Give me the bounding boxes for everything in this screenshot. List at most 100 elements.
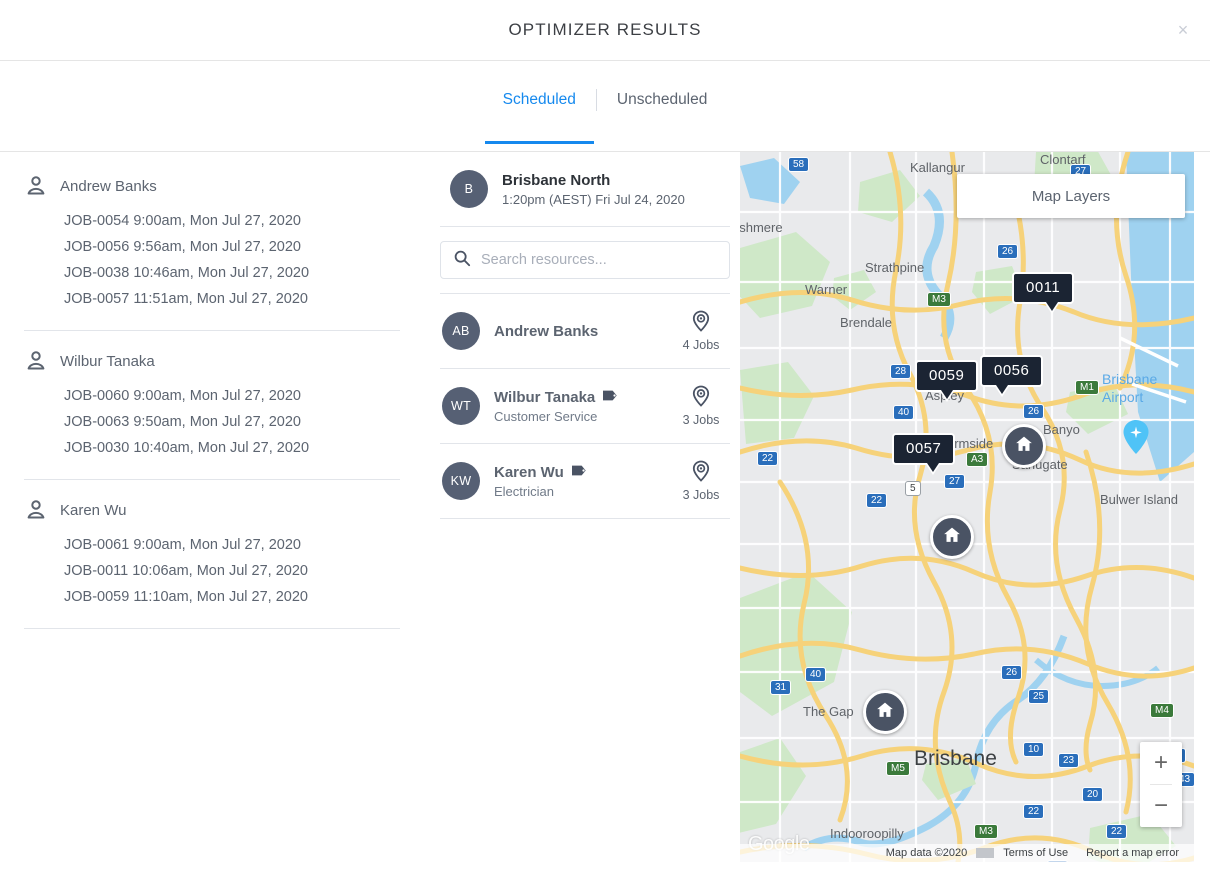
map-label: Bulwer Island [1100, 492, 1178, 507]
map-label: Indooroopilly [830, 826, 904, 841]
close-icon[interactable]: × [1170, 17, 1196, 43]
road-shield: 26 [1001, 665, 1022, 680]
map-label-brisbane: Brisbane [914, 747, 997, 771]
marker-tail [939, 390, 955, 402]
job-marker-0011[interactable]: 0011 [1012, 272, 1074, 314]
map-pin-icon [691, 385, 711, 412]
road-shield: 25 [1028, 689, 1049, 704]
zoom-in-button[interactable]: + [1140, 742, 1182, 784]
road-shield: 5 [905, 481, 921, 496]
home-icon [875, 700, 895, 725]
report-map-error-link[interactable]: Report a map error [1077, 847, 1188, 859]
map-data-text: Map data ©2020 [877, 847, 977, 859]
road-shield: 26 [997, 244, 1018, 259]
road-shield: 22 [1106, 824, 1127, 839]
job-marker-0056[interactable]: 0056 [980, 355, 1043, 397]
job-marker-0057[interactable]: 0057 [892, 433, 955, 475]
depot-home-marker[interactable] [1002, 424, 1046, 468]
road-shield: M5 [886, 761, 910, 776]
schedule-resource-name: Wilbur Tanaka [60, 353, 155, 370]
resource-name: Karen Wu [494, 464, 564, 481]
resource-row-karen-wu[interactable]: KW Karen Wu Electrician [440, 444, 730, 519]
terms-of-use-link[interactable]: Terms of Use [994, 847, 1077, 859]
road-shield: 58 [788, 157, 809, 172]
job-line[interactable]: JOB-0063 9:50am, Mon Jul 27, 2020 [24, 409, 400, 435]
resource-list: AB Andrew Banks 4 Jobs [440, 293, 730, 519]
job-line[interactable]: JOB-0011 10:06am, Mon Jul 27, 2020 [24, 558, 400, 584]
map-layers-button[interactable]: Map Layers [957, 174, 1185, 218]
depot-home-marker[interactable] [863, 690, 907, 734]
job-marker-label: 0056 [980, 355, 1043, 387]
territory-avatar: B [450, 170, 488, 208]
person-icon [24, 174, 48, 198]
tab-unscheduled[interactable]: Unscheduled [597, 92, 727, 108]
airport-pin-icon [1123, 420, 1149, 459]
schedule-group-header: Karen Wu [24, 498, 400, 522]
attrib-separator [976, 848, 994, 858]
job-line[interactable]: JOB-0054 9:00am, Mon Jul 27, 2020 [24, 208, 400, 234]
page-title: OPTIMIZER RESULTS [508, 20, 701, 40]
road-shield: 28 [890, 364, 911, 379]
schedule-group-header: Wilbur Tanaka [24, 349, 400, 373]
marker-tail [925, 463, 941, 475]
map-attribution: Map data ©2020 Terms of Use Report a map… [740, 844, 1194, 862]
job-line[interactable]: JOB-0056 9:56am, Mon Jul 27, 2020 [24, 234, 400, 260]
resource-jobs-count: 3 Jobs [674, 385, 728, 427]
depot-home-marker[interactable] [930, 515, 974, 559]
map-label: Warner [805, 282, 847, 297]
road-shield: 23 [1058, 753, 1079, 768]
job-line[interactable]: JOB-0060 9:00am, Mon Jul 27, 2020 [24, 383, 400, 409]
map-label-airport: Brisbane Airport [1102, 370, 1180, 406]
search-input[interactable] [481, 252, 717, 268]
job-line[interactable]: JOB-0038 10:46am, Mon Jul 27, 2020 [24, 260, 400, 286]
road-shield: M1 [1075, 380, 1099, 395]
road-shield: 10 [1023, 742, 1044, 757]
jobs-count-label: 3 Jobs [683, 413, 720, 427]
job-line[interactable]: JOB-0059 11:10am, Mon Jul 27, 2020 [24, 584, 400, 610]
road-shield: 27 [944, 474, 965, 489]
home-icon [942, 525, 962, 550]
schedule-resource-name: Karen Wu [60, 502, 126, 519]
map-pin-icon [691, 460, 711, 487]
resource-name-row: Karen Wu [494, 464, 660, 482]
map-zoom-controls: + − [1140, 742, 1182, 827]
person-icon [24, 349, 48, 373]
zoom-out-button[interactable]: − [1140, 785, 1182, 827]
road-shield: 20 [1082, 787, 1103, 802]
resource-name: Wilbur Tanaka [494, 389, 595, 406]
search-icon [453, 249, 471, 272]
road-shield: 40 [893, 405, 914, 420]
job-marker-0059[interactable]: 0059 [915, 360, 978, 402]
road-shield: 22 [866, 493, 887, 508]
map-label: The Gap [803, 704, 854, 719]
jobs-count-label: 3 Jobs [683, 488, 720, 502]
job-line[interactable]: JOB-0061 9:00am, Mon Jul 27, 2020 [24, 532, 400, 558]
job-line[interactable]: JOB-0030 10:40am, Mon Jul 27, 2020 [24, 435, 400, 461]
tab-bar: Scheduled Unscheduled [0, 61, 1210, 152]
jobs-count-label: 4 Jobs [683, 338, 720, 352]
territory-info: Brisbane North 1:20pm (AEST) Fri Jul 24,… [502, 172, 685, 207]
tag-icon [572, 464, 589, 482]
resource-name-row: Andrew Banks [494, 323, 660, 340]
road-shield: 22 [1023, 804, 1044, 819]
search-box[interactable] [440, 241, 730, 279]
marker-tail [994, 385, 1010, 397]
avatar: WT [442, 387, 480, 425]
resource-jobs-count: 4 Jobs [674, 310, 728, 352]
resource-row-andrew-banks[interactable]: AB Andrew Banks 4 Jobs [440, 294, 730, 369]
person-icon [24, 498, 48, 522]
schedule-resource-name: Andrew Banks [60, 178, 157, 195]
schedule-group: Andrew Banks JOB-0054 9:00am, Mon Jul 27… [24, 174, 400, 331]
road-shield: 40 [805, 667, 826, 682]
road-shield: 31 [770, 680, 791, 695]
job-line[interactable]: JOB-0057 11:51am, Mon Jul 27, 2020 [24, 286, 400, 312]
road-shield: 22 [757, 451, 778, 466]
home-icon [1014, 434, 1034, 459]
map-label: Banyo [1043, 422, 1080, 437]
tag-icon [603, 389, 620, 407]
tab-scheduled[interactable]: Scheduled [483, 92, 596, 108]
schedule-group: Wilbur Tanaka JOB-0060 9:00am, Mon Jul 2… [24, 349, 400, 480]
search-container [430, 227, 740, 293]
map-panel[interactable]: Kallangur Clontarf ashmere Strathpine Wa… [740, 152, 1194, 862]
resource-row-wilbur-tanaka[interactable]: WT Wilbur Tanaka Customer Service [440, 369, 730, 444]
